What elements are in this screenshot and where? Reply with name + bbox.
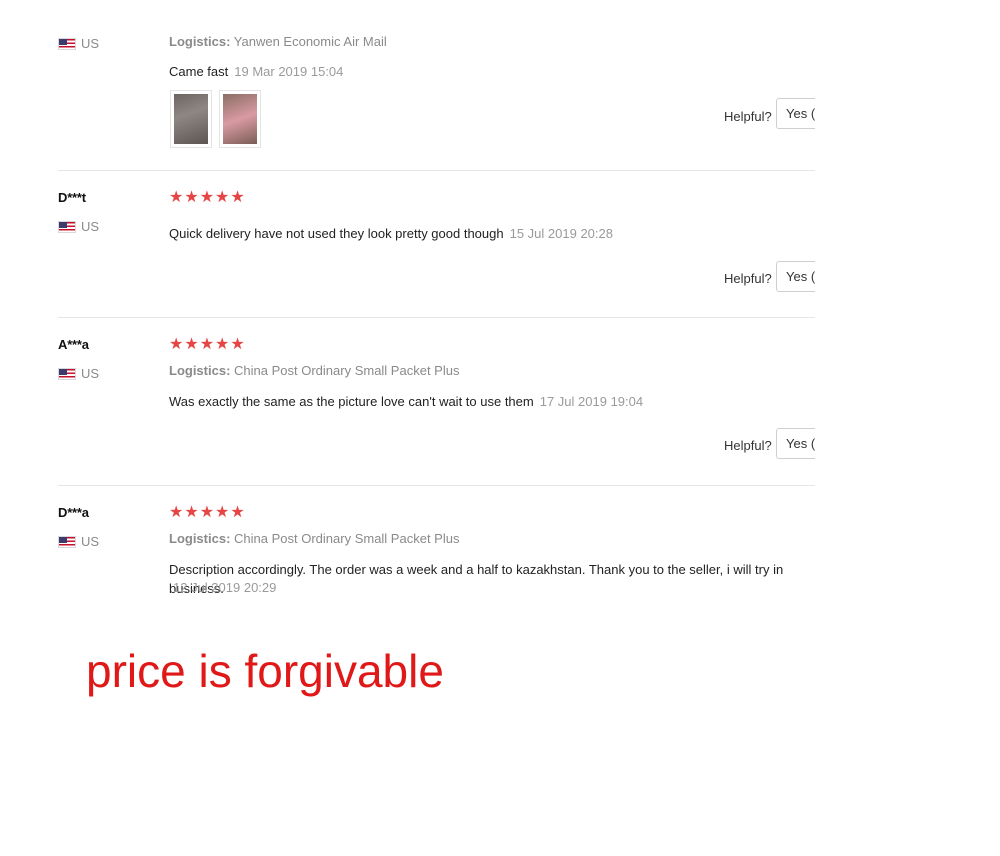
- country-label: US: [58, 534, 99, 549]
- review-divider: [58, 485, 815, 486]
- logistics-value: China Post Ordinary Small Packet Plus: [234, 363, 460, 378]
- logistics-info: Logistics: Yanwen Economic Air Mail: [169, 34, 387, 49]
- helpful-label: Helpful?: [724, 271, 772, 286]
- helpful-yes-button[interactable]: Yes ((: [776, 261, 815, 292]
- logistics-label: Logistics:: [169, 34, 231, 49]
- country-label: US: [58, 36, 99, 51]
- reviewer-name: D***a: [58, 505, 89, 520]
- helpful-yes-button[interactable]: Yes ((: [776, 428, 815, 459]
- logistics-label: Logistics:: [169, 531, 231, 546]
- review-date: 15 Jul 2019 20:28: [509, 226, 613, 241]
- logistics-label: Logistics:: [169, 363, 231, 378]
- us-flag-icon: [58, 37, 76, 50]
- review-text: Was exactly the same as the picture love…: [169, 394, 644, 409]
- review-divider: [58, 170, 815, 171]
- review-photo-thumbnail[interactable]: [219, 90, 261, 148]
- reviewer-name: A***a: [58, 337, 89, 352]
- us-flag-icon: [58, 535, 76, 548]
- overlay-annotation-text: price is forgivable: [86, 645, 444, 697]
- logistics-info: Logistics: China Post Ordinary Small Pac…: [169, 531, 459, 546]
- logistics-info: Logistics: China Post Ordinary Small Pac…: [169, 363, 459, 378]
- country-label: US: [58, 219, 99, 234]
- review-divider: [58, 317, 815, 318]
- star-rating: ★★★★★: [169, 189, 246, 206]
- review-date: 19 Mar 2019 15:04: [234, 64, 344, 79]
- review-text: Came fast 19 Mar 2019 15:04: [169, 64, 344, 79]
- helpful-label: Helpful?: [724, 438, 772, 453]
- review-date: 12 Jul 2019 20:29: [173, 580, 277, 595]
- logistics-value: Yanwen Economic Air Mail: [233, 34, 387, 49]
- us-flag-icon: [58, 367, 76, 380]
- logistics-value: China Post Ordinary Small Packet Plus: [234, 531, 460, 546]
- reviewer-name: D***t: [58, 190, 86, 205]
- review-photo-thumbnail[interactable]: [170, 90, 212, 148]
- review-text: Quick delivery have not used they look p…: [169, 226, 613, 241]
- us-flag-icon: [58, 220, 76, 233]
- helpful-label: Helpful?: [724, 109, 772, 124]
- star-rating: ★★★★★: [169, 336, 246, 353]
- review-date: 17 Jul 2019 19:04: [539, 394, 644, 409]
- country-label: US: [58, 366, 99, 381]
- helpful-yes-button[interactable]: Yes ((: [776, 98, 815, 129]
- star-rating: ★★★★★: [169, 504, 246, 521]
